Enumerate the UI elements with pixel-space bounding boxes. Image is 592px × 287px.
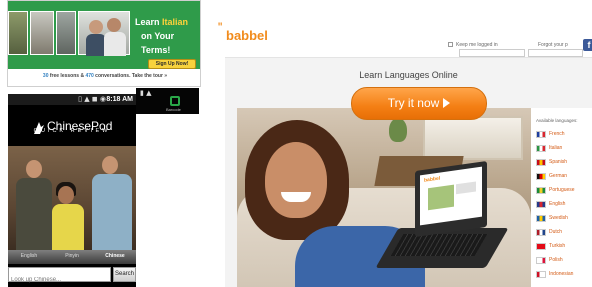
language-name: Spanish	[549, 159, 568, 165]
language-mode-tabs: English Pinyin Chinese	[8, 250, 136, 264]
ad-photo-statue	[30, 11, 54, 55]
play-arrow-icon	[443, 97, 451, 108]
email-field	[459, 49, 525, 65]
photo-laptop-screen: babbel	[415, 160, 487, 238]
flag-icon	[536, 159, 546, 166]
hero-section: Learn Languages Online babbel Try it now…	[225, 57, 592, 287]
language-item[interactable]: German	[536, 172, 592, 182]
photo-window	[423, 116, 523, 160]
app-icon-label: Barcode	[166, 107, 181, 112]
flag-icon	[536, 215, 546, 222]
keep-logged-in-label: Keep me logged in	[456, 42, 498, 48]
hero-photo: babbel	[237, 108, 531, 287]
android-screen: ▮ ▲ Barcode	[136, 88, 199, 114]
language-name: Portuguese	[549, 187, 575, 193]
search-input[interactable]	[9, 273, 110, 287]
ad-headline-line2: on Your Terms!	[141, 31, 175, 55]
laptop-screen-logo: babbel	[424, 175, 441, 184]
sign-up-button[interactable]: Sign Up Now!	[148, 59, 196, 69]
status-icons: ▯ ▲ ◼ ◉	[78, 95, 106, 103]
ad-headline-language: Italian	[162, 17, 189, 27]
tab-english[interactable]: English	[8, 253, 50, 259]
flag-icon	[536, 243, 546, 250]
language-item[interactable]: Italian	[536, 144, 592, 154]
lesson-photo	[8, 146, 136, 250]
language-item[interactable]: Dutch	[536, 228, 592, 238]
shopping-bag-icon[interactable]	[170, 96, 180, 106]
flag-icon	[536, 201, 546, 208]
language-name: German	[549, 173, 568, 179]
flag-icon	[536, 229, 546, 236]
ad-photo-people	[78, 11, 130, 56]
ad-headline: Learn Italian on Your Terms!	[135, 15, 200, 57]
photo-plant	[389, 118, 407, 142]
flag-icon	[536, 187, 546, 194]
language-name: French	[549, 131, 565, 137]
language-item[interactable]: Swedish	[536, 214, 592, 224]
language-name: Turkish	[549, 243, 566, 249]
search-field	[8, 267, 111, 287]
language-list-title: Available languages:	[536, 118, 578, 123]
site-header: ꞌꞌ babbel Keep me logged in Forgot your …	[213, 12, 592, 65]
offer-text-2: conversations. Take the tour »	[93, 73, 168, 79]
babbel-logo[interactable]: babbel	[226, 29, 268, 42]
flag-icon	[536, 131, 546, 138]
chinesepod-phone-screen: ▯ ▲ ◼ ◉ 8:18 AM ChinesePod QUICK REVIEW …	[8, 94, 136, 287]
flag-icon	[536, 145, 546, 152]
forgot-password-link[interactable]: Forgot your p	[538, 42, 568, 48]
language-name: Dutch	[549, 229, 563, 235]
language-item[interactable]: Polish	[536, 256, 592, 266]
babbel-logo-icon: ꞌꞌ	[218, 21, 223, 31]
ad-photo-landscape	[8, 11, 28, 55]
language-item[interactable]: Turkish	[536, 242, 592, 252]
search-button[interactable]: Search	[113, 267, 136, 282]
photo-laptop-keyboard	[390, 234, 488, 256]
status-icons: ▮ ▲	[140, 89, 152, 97]
photo-person-middle	[48, 182, 88, 250]
language-name: Polish	[549, 257, 563, 263]
ad-banner: Learn Italian on Your Terms! Sign Up Now…	[8, 1, 200, 69]
password-field	[528, 49, 583, 65]
language-name: Indonesian	[549, 271, 574, 277]
status-bar: ▯ ▲ ◼ ◉ 8:18 AM	[8, 94, 136, 105]
ad-headline-prefix: Learn	[135, 17, 163, 27]
language-item[interactable]: Spanish	[536, 158, 592, 168]
italian-lessons-ad[interactable]: Learn Italian on Your Terms! Sign Up Now…	[7, 0, 201, 87]
language-name: English	[549, 201, 566, 207]
try-it-now-button[interactable]: Try it now	[351, 87, 487, 120]
language-item[interactable]: English	[536, 200, 592, 210]
babbel-website: ꞌꞌ babbel Keep me logged in Forgot your …	[213, 12, 592, 287]
language-name: Swedish	[549, 215, 568, 221]
language-list-panel: Available languages: French Italian Spanis…	[531, 108, 592, 287]
photo-woman-face	[265, 142, 327, 218]
flag-icon	[536, 173, 546, 180]
page-headline: Learn Languages Online	[359, 70, 458, 80]
tab-pinyin[interactable]: Pinyin	[51, 253, 93, 259]
language-item[interactable]: Portuguese	[536, 186, 592, 196]
ad-photo-building	[56, 11, 76, 55]
language-item[interactable]: French	[536, 130, 592, 140]
app-tagline: QUICK REVIEW	[33, 128, 111, 134]
tab-chinese[interactable]: Chinese	[94, 253, 136, 259]
keep-logged-in-checkbox[interactable]	[448, 42, 453, 47]
flag-icon	[536, 271, 546, 278]
photo-person-right	[88, 152, 136, 250]
flag-icon	[536, 257, 546, 264]
ad-offer-text[interactable]: 30 free lessons & 470 conversations. Tak…	[8, 73, 200, 79]
app-header: ChinesePod	[8, 105, 136, 145]
try-it-now-label: Try it now	[387, 96, 440, 110]
status-time: 8:18 AM	[106, 96, 133, 103]
facebook-icon[interactable]: f	[583, 39, 592, 51]
language-name: Italian	[549, 145, 563, 151]
offer-text-1: free lessons &	[48, 73, 86, 79]
language-item[interactable]: Indonesian	[536, 270, 592, 280]
offer-conversations-count: 470	[85, 73, 94, 79]
